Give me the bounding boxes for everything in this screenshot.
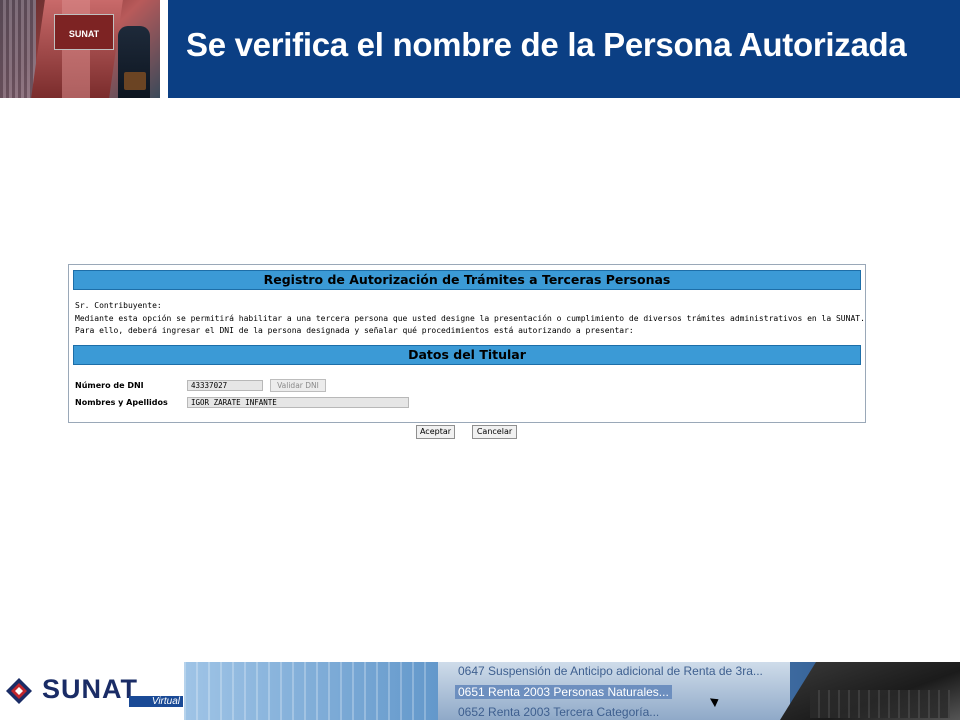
name-label: Nombres y Apellidos — [75, 398, 168, 407]
dni-label: Número de DNI — [75, 381, 144, 390]
slide-title: Se verifica el nombre de la Persona Auto… — [186, 26, 907, 63]
footer-menu-line-2: 0651 Renta 2003 Personas Naturales... — [455, 685, 672, 699]
dni-input[interactable]: 43337027 — [187, 380, 263, 391]
sunat-logo-icon — [6, 678, 32, 704]
photo-sign-text: SUNAT — [68, 29, 100, 39]
keyboard-icon — [810, 690, 950, 718]
validate-dni-button[interactable]: Validar DNI — [270, 379, 326, 392]
intro-line-3: Para ello, deberá ingresar el DNI de la … — [75, 326, 634, 335]
section-title: Datos del Titular — [73, 345, 861, 365]
photo-sign: SUNAT — [54, 14, 114, 50]
footer-menu-line-3: 0652 Renta 2003 Tercera Categoría... — [458, 705, 660, 719]
photo-crane — [0, 0, 36, 98]
footer-menu-line-1: 0647 Suspensión de Anticipo adicional de… — [458, 664, 763, 678]
cancel-button[interactable]: Cancelar — [472, 425, 517, 439]
footer-logo-text: SUNAT — [42, 674, 138, 704]
name-field: IGOR ZARATE INFANTE — [187, 397, 409, 408]
photo-suitcase — [124, 72, 146, 90]
header-photo: SUNAT — [0, 0, 160, 98]
intro-line-2: Mediante esta opción se permitirá habili… — [75, 314, 865, 323]
footer-pattern — [184, 662, 434, 720]
accept-button[interactable]: Aceptar — [416, 425, 455, 439]
form-header: Registro de Autorización de Trámites a T… — [73, 270, 861, 290]
form-panel: Registro de Autorización de Trámites a T… — [68, 264, 866, 423]
intro-line-1: Sr. Contribuyente: — [75, 301, 162, 310]
footer-logo-sub: Virtual — [129, 696, 183, 707]
